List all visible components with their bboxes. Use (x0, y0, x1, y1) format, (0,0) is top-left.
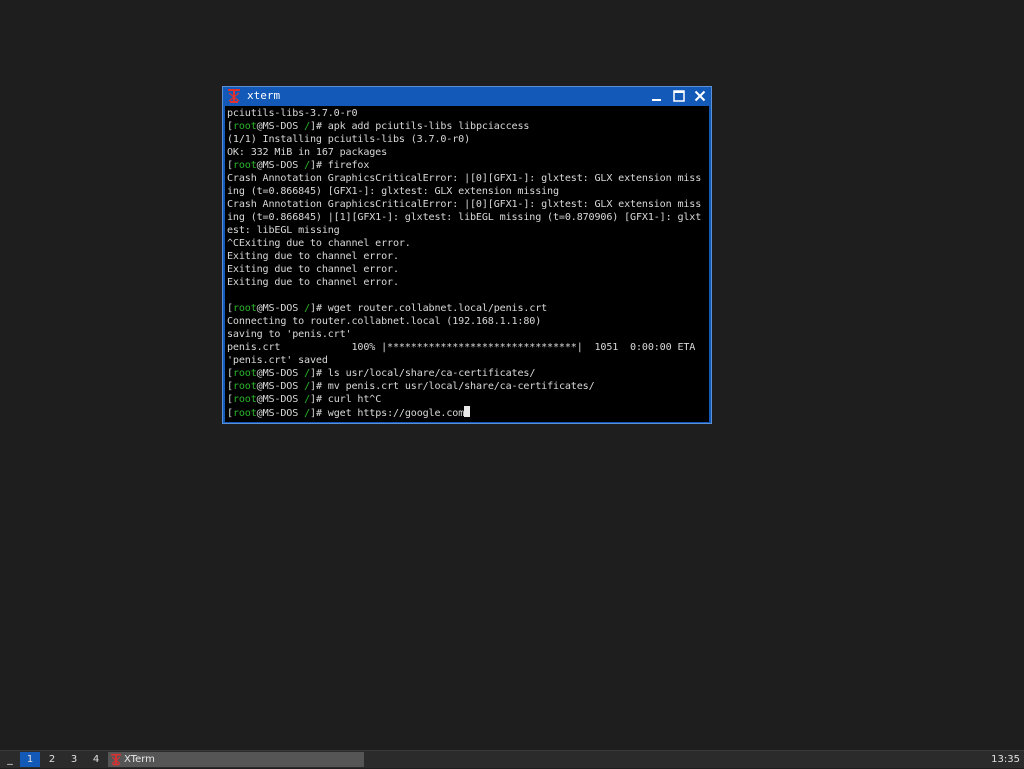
prompt-bracket-close: ]# (310, 368, 328, 379)
output-text: Crash Annotation GraphicsCriticalError: … (227, 199, 702, 210)
prompt-host: MS-DOS (262, 394, 299, 405)
maximize-button[interactable] (672, 89, 686, 103)
prompt-user: root (232, 394, 257, 405)
workspace-2-button[interactable]: 2 (42, 752, 62, 767)
output-text: Crash Annotation GraphicsCriticalError: … (227, 173, 702, 184)
command-text: curl ht^C (327, 394, 382, 405)
output-text: 'penis.crt' saved (227, 355, 328, 366)
taskbar: _ 1 2 3 4 XTerm 13:35 (0, 750, 1024, 768)
command-text: ls usr/local/share/ca-certificates/ (327, 368, 536, 379)
prompt-path: / (298, 381, 311, 392)
output-text: est: libEGL missing (227, 225, 340, 236)
prompt-user: root (232, 160, 257, 171)
prompt-user: root (232, 368, 257, 379)
prompt-bracket-close: ]# (310, 394, 328, 405)
output-text: ing (t=0.866845) [GFX1-]: glxtest: GLX e… (227, 186, 559, 197)
prompt-bracket-close: ]# (310, 381, 328, 392)
maximize-icon (673, 90, 685, 102)
output-text: Exiting due to channel error. (227, 277, 399, 288)
minimize-button[interactable] (650, 89, 664, 103)
terminal-line: [root@MS-DOS /]# mv penis.crt usr/local/… (227, 380, 701, 393)
output-text: OK: 332 MiB in 167 packages (227, 147, 388, 158)
command-text: apk add pciutils-libs libpciaccess (327, 121, 530, 132)
command-text: mv penis.crt usr/local/share/ca-certific… (327, 381, 595, 392)
terminal-line: ^CExiting due to channel error. (227, 237, 701, 250)
command-text: wget router.collabnet.local/penis.crt (327, 303, 548, 314)
prompt-bracket-close: ]# (310, 121, 328, 132)
terminal-line: Exiting due to channel error. (227, 250, 701, 263)
terminal-line: OK: 332 MiB in 167 packages (227, 146, 701, 159)
taskbar-clock: 13:35 (991, 754, 1020, 765)
prompt-host: MS-DOS (262, 381, 299, 392)
taskbar-menu-button[interactable]: _ (4, 751, 16, 768)
prompt-user: root (232, 121, 257, 132)
terminal-line: (1/1) Installing pciutils-libs (3.7.0-r0… (227, 133, 701, 146)
command-text: wget https://google.com (327, 408, 465, 419)
terminal-line: Exiting due to channel error. (227, 263, 701, 276)
terminal-line: ing (t=0.866845) |[1][GFX1-]: glxtest: l… (227, 211, 701, 224)
output-text: penis.crt 100% |************************… (227, 342, 696, 353)
prompt-host: MS-DOS (262, 303, 299, 314)
output-text: ^CExiting due to channel error. (227, 238, 411, 249)
terminal-line: [root@MS-DOS /]# firefox (227, 159, 701, 172)
terminal-line: 'penis.crt' saved (227, 354, 701, 367)
output-text: Exiting due to channel error. (227, 251, 399, 262)
window-titlebar[interactable]: xterm (223, 87, 711, 105)
terminal-line: [root@MS-DOS /]# apk add pciutils-libs l… (227, 120, 701, 133)
prompt-path: / (298, 160, 311, 171)
prompt-path: / (298, 368, 311, 379)
terminal-line: penis.crt 100% |************************… (227, 341, 701, 354)
window-title: xterm (247, 89, 281, 102)
command-text: firefox (327, 160, 370, 171)
terminal-line: Connecting to router.collabnet.local (19… (227, 315, 701, 328)
terminal-line: pciutils-libs-3.7.0-r0 (227, 107, 701, 120)
prompt-bracket-close: ]# (310, 160, 328, 171)
terminal-line: Crash Annotation GraphicsCriticalError: … (227, 172, 701, 185)
output-text: (1/1) Installing pciutils-libs (3.7.0-r0… (227, 134, 471, 145)
prompt-path: / (298, 394, 311, 405)
prompt-path: / (298, 408, 311, 419)
task-label: XTerm (124, 754, 155, 765)
terminal-line: ing (t=0.866845) [GFX1-]: glxtest: GLX e… (227, 185, 701, 198)
close-button[interactable] (693, 89, 707, 103)
output-text: saving to 'penis.crt' (227, 329, 352, 340)
terminal-lines: pciutils-libs-3.7.0-r0 [root@MS-DOS /]# a… (227, 107, 701, 419)
terminal-line: [root@MS-DOS /]# curl ht^C (227, 393, 701, 406)
output-text: Connecting to router.collabnet.local (19… (227, 316, 542, 327)
terminal-line: [root@MS-DOS /]# wget https://google.com (227, 406, 701, 419)
taskbar-task-xterm[interactable]: XTerm (108, 752, 364, 767)
prompt-host: MS-DOS (262, 408, 299, 419)
terminal-cursor (464, 406, 471, 417)
terminal-line: [root@MS-DOS /]# ls usr/local/share/ca-c… (227, 367, 701, 380)
prompt-bracket-close: ]# (310, 303, 328, 314)
prompt-user: root (232, 303, 257, 314)
output-text: ing (t=0.866845) |[1][GFX1-]: glxtest: l… (227, 212, 702, 223)
close-icon (694, 90, 706, 102)
prompt-path: / (298, 121, 311, 132)
xterm-x-icon (110, 753, 122, 766)
prompt-user: root (232, 381, 257, 392)
terminal-output[interactable]: pciutils-libs-3.7.0-r0 [root@MS-DOS /]# a… (225, 106, 709, 422)
prompt-host: MS-DOS (262, 121, 299, 132)
xterm-x-icon (227, 88, 241, 104)
terminal-line: est: libEGL missing (227, 224, 701, 237)
xterm-window[interactable]: xterm pciutils-libs-3.7.0-r0 [root@MS-DOS… (222, 86, 712, 424)
prompt-host: MS-DOS (262, 160, 299, 171)
terminal-line: Exiting due to channel error. (227, 276, 701, 289)
output-text: Exiting due to channel error. (227, 264, 399, 275)
prompt-user: root (232, 408, 257, 419)
prompt-bracket-close: ]# (310, 408, 328, 419)
workspace-1-button[interactable]: 1 (20, 752, 40, 767)
terminal-line: [root@MS-DOS /]# wget router.collabnet.l… (227, 302, 701, 315)
prompt-host: MS-DOS (262, 368, 299, 379)
workspace-3-button[interactable]: 3 (64, 752, 84, 767)
workspace-4-button[interactable]: 4 (86, 752, 106, 767)
prompt-path: / (298, 303, 311, 314)
terminal-line: saving to 'penis.crt' (227, 328, 701, 341)
terminal-line: Crash Annotation GraphicsCriticalError: … (227, 198, 701, 211)
output-text: pciutils-libs-3.7.0-r0 (227, 108, 358, 119)
minimize-icon (652, 99, 661, 101)
